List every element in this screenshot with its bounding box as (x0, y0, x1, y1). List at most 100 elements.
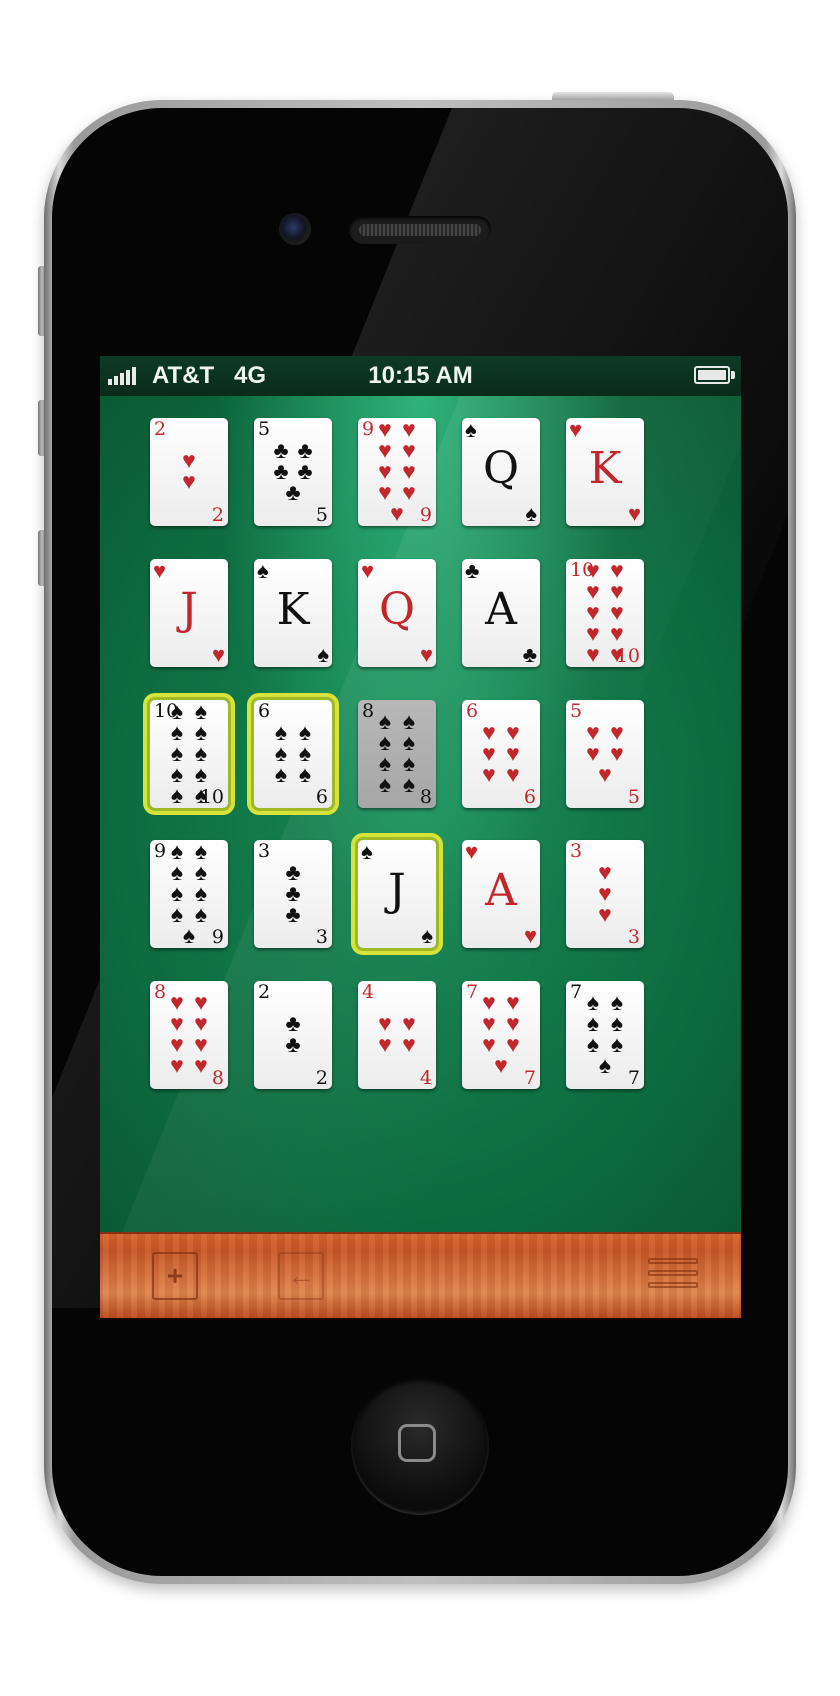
card-10-of-hearts[interactable]: 10 ♥ ♥ ♥ ♥ ♥ ♥ ♥ ♥ ♥ ♥ 10 (566, 558, 644, 667)
card-2-of-hearts[interactable]: 2 ♥ ♥ 2 (150, 418, 228, 526)
card-9-of-spades[interactable]: 9 ♠ ♠ ♠ ♠ ♠ ♠ ♠ ♠ ♠ 9 (150, 839, 228, 948)
suit-corner-bottom: ♥ (419, 642, 433, 667)
card-8-of-hearts[interactable]: 8 ♥ ♥ ♥ ♥ ♥ ♥ ♥ ♥ 8 (150, 981, 228, 1089)
card-j-of-spades[interactable]: ♠ J ♠ (351, 833, 443, 955)
card-4-of-hearts[interactable]: 4 ♥ ♥ ♥ ♥ 4 (358, 981, 436, 1089)
card-rank-top: 5 (570, 700, 583, 722)
card-rank-bottom: 3 (315, 926, 328, 948)
hearts-pip-icon: ♥ (586, 640, 600, 667)
suit-corner-top: ♥ (465, 839, 479, 864)
card-grid: 2 ♥ ♥ 2 5 ♣ ♣ ♣ ♣ ♣ 5 9 ♥ ♥ ♥ ♥ ♥ ♥ ♥ ♥ ♥ 9 ♠ Q ♠ ♥ K ♥ ♥ J ♥ ♠ K ♠ ♥ Q ♥ ♣ A ♣… (100, 396, 741, 1232)
card-rank-bottom: 9 (419, 504, 432, 526)
card-rank: J (180, 584, 198, 635)
menu-icon-bar (648, 1270, 698, 1276)
card-q-of-hearts[interactable]: ♥ Q ♥ (358, 559, 436, 667)
suit-corner-bottom: ♣ (522, 642, 537, 667)
card-pips: ♥ ♥ ♥ ♥ (368, 1001, 426, 1067)
card-rank: A (485, 865, 517, 916)
card-pips: ♠ ♠ ♠ ♠ ♠ ♠ (264, 720, 322, 786)
spades-pip-icon: ♠ (402, 771, 416, 797)
status-bar: AT&T 4G 10:15 AM (100, 356, 741, 396)
card-rank: K (588, 443, 622, 494)
card-pips: ♠ ♠ ♠ ♠ ♠ ♠ ♠ ♠ ♠ ♠ (160, 699, 218, 806)
card-pips: ♥ ♥ ♥ ♥ ♥ ♥ ♥ ♥ ♥ ♥ (576, 558, 634, 665)
suit-corner-top: ♣ (465, 558, 480, 583)
card-pips: ♥ ♥ ♥ ♥ ♥ ♥ (472, 720, 530, 786)
card-rank-bottom: 4 (419, 1067, 432, 1089)
plus-icon: + (166, 1260, 184, 1291)
clock: 10:15 AM (368, 362, 473, 389)
card-pips: ♣ ♣ ♣ (264, 860, 322, 926)
card-rank-top: 7 (570, 981, 583, 1003)
card-rank-bottom: 6 (523, 786, 536, 808)
card-rank: A (485, 584, 517, 635)
suit-corner-bottom: ♠ (317, 642, 329, 667)
card-7-of-spades[interactable]: 7 ♠ ♠ ♠ ♠ ♠ ♠ ♠ 7 (566, 981, 644, 1089)
card-pips: ♠ ♠ ♠ ♠ ♠ ♠ ♠ (576, 991, 634, 1077)
clubs-pip-icon: ♣ (285, 1031, 301, 1057)
card-rank-bottom: 7 (523, 1067, 536, 1089)
card-a-of-hearts[interactable]: ♥ A ♥ (462, 840, 540, 948)
card-7-of-hearts[interactable]: 7 ♥ ♥ ♥ ♥ ♥ ♥ ♥ 7 (462, 981, 540, 1089)
spades-pip-icon: ♠ (274, 760, 288, 787)
card-8-of-spades[interactable]: 8 ♠ ♠ ♠ ♠ ♠ ♠ ♠ ♠ 8 (358, 700, 436, 808)
card-5-of-hearts[interactable]: 5 ♥ ♥ ♥ ♥ ♥ 5 (566, 700, 644, 808)
hearts-pip-icon: ♥ (170, 1052, 184, 1078)
card-rank-bottom: 7 (627, 1067, 640, 1089)
card-k-of-spades[interactable]: ♠ K ♠ (254, 559, 332, 667)
battery-icon (694, 366, 730, 384)
card-9-of-hearts[interactable]: 9 ♥ ♥ ♥ ♥ ♥ ♥ ♥ ♥ ♥ 9 (358, 417, 436, 526)
card-pips: ♥ ♥ (160, 438, 218, 504)
spades-pip-icon: ♠ (298, 760, 312, 787)
suit-corner-top: ♥ (361, 558, 375, 583)
arrow-left-icon: ← (287, 1260, 315, 1291)
spades-pip-icon: ♠ (378, 771, 392, 797)
card-6-of-hearts[interactable]: 6 ♥ ♥ ♥ ♥ ♥ ♥ 6 (462, 700, 540, 808)
hearts-pip-icon: ♥ (182, 468, 196, 494)
card-rank-top: 2 (258, 981, 271, 1003)
spades-pip-icon: ♠ (598, 1052, 612, 1078)
card-pips: ♥ ♥ ♥ ♥ ♥ ♥ ♥ (472, 991, 530, 1077)
card-rank-bottom: 8 (211, 1067, 224, 1089)
card-q-of-spades[interactable]: ♠ Q ♠ (462, 418, 540, 526)
card-rank: Q (482, 443, 520, 494)
card-pips: ♣ ♣ (264, 1001, 322, 1067)
card-rank-bottom: 2 (211, 504, 224, 526)
card-3-of-clubs[interactable]: 3 ♣ ♣ ♣ 3 (254, 840, 332, 948)
card-rank-bottom: 10 (615, 645, 640, 667)
card-rank: Q (378, 584, 416, 635)
card-rank-top: 7 (466, 981, 479, 1003)
card-pips: ♥ ♥ ♥ ♥ ♥ ♥ ♥ ♥ (160, 991, 218, 1077)
card-10-of-spades[interactable]: 10 ♠ ♠ ♠ ♠ ♠ ♠ ♠ ♠ ♠ ♠ 10 (143, 693, 235, 815)
card-rank-top: 3 (570, 840, 583, 862)
card-k-of-hearts[interactable]: ♥ K ♥ (566, 418, 644, 526)
card-rank-bottom: 6 (315, 786, 328, 808)
new-game-button[interactable]: + (152, 1252, 198, 1300)
undo-button[interactable]: ← (278, 1252, 324, 1300)
card-pips: ♥ ♥ ♥ (576, 860, 634, 926)
clubs-pip-icon: ♣ (285, 478, 301, 505)
card-2-of-clubs[interactable]: 2 ♣ ♣ 2 (254, 981, 332, 1089)
card-6-of-spades[interactable]: 6 ♠ ♠ ♠ ♠ ♠ ♠ 6 (247, 693, 339, 815)
hearts-pip-icon: ♥ (598, 900, 612, 927)
battery-tip (731, 371, 735, 379)
card-pips: ♥ ♥ ♥ ♥ ♥ ♥ ♥ ♥ ♥ (368, 417, 426, 524)
suit-corner-bottom: ♥ (211, 642, 225, 667)
card-rank: J (388, 865, 406, 916)
card-3-of-hearts[interactable]: 3 ♥ ♥ ♥ 3 (566, 840, 644, 948)
suit-corner-bottom: ♥ (627, 501, 641, 526)
card-rank-top: 3 (258, 840, 271, 862)
card-j-of-hearts[interactable]: ♥ J ♥ (150, 559, 228, 667)
front-camera (279, 213, 311, 245)
hearts-pip-icon: ♥ (194, 1052, 208, 1078)
card-rank-top: 6 (258, 700, 271, 722)
card-pips: ♠ ♠ ♠ ♠ ♠ ♠ ♠ ♠ (368, 710, 426, 796)
card-a-of-clubs[interactable]: ♣ A ♣ (462, 559, 540, 667)
screen: AT&T 4G 10:15 AM 2 ♥ ♥ 2 5 ♣ ♣ ♣ ♣ ♣ 5 9 ♥ ♥ ♥ ♥ ♥ ♥ ♥ ♥ ♥ 9 ♠… (100, 356, 741, 1318)
card-5-of-clubs[interactable]: 5 ♣ ♣ ♣ ♣ ♣ 5 (254, 418, 332, 526)
menu-button[interactable] (648, 1258, 698, 1296)
suit-corner-top: ♥ (153, 558, 167, 583)
hearts-pip-icon: ♥ (482, 760, 496, 787)
card-rank-top: 8 (154, 981, 167, 1003)
toolbar: + ← (100, 1232, 741, 1318)
